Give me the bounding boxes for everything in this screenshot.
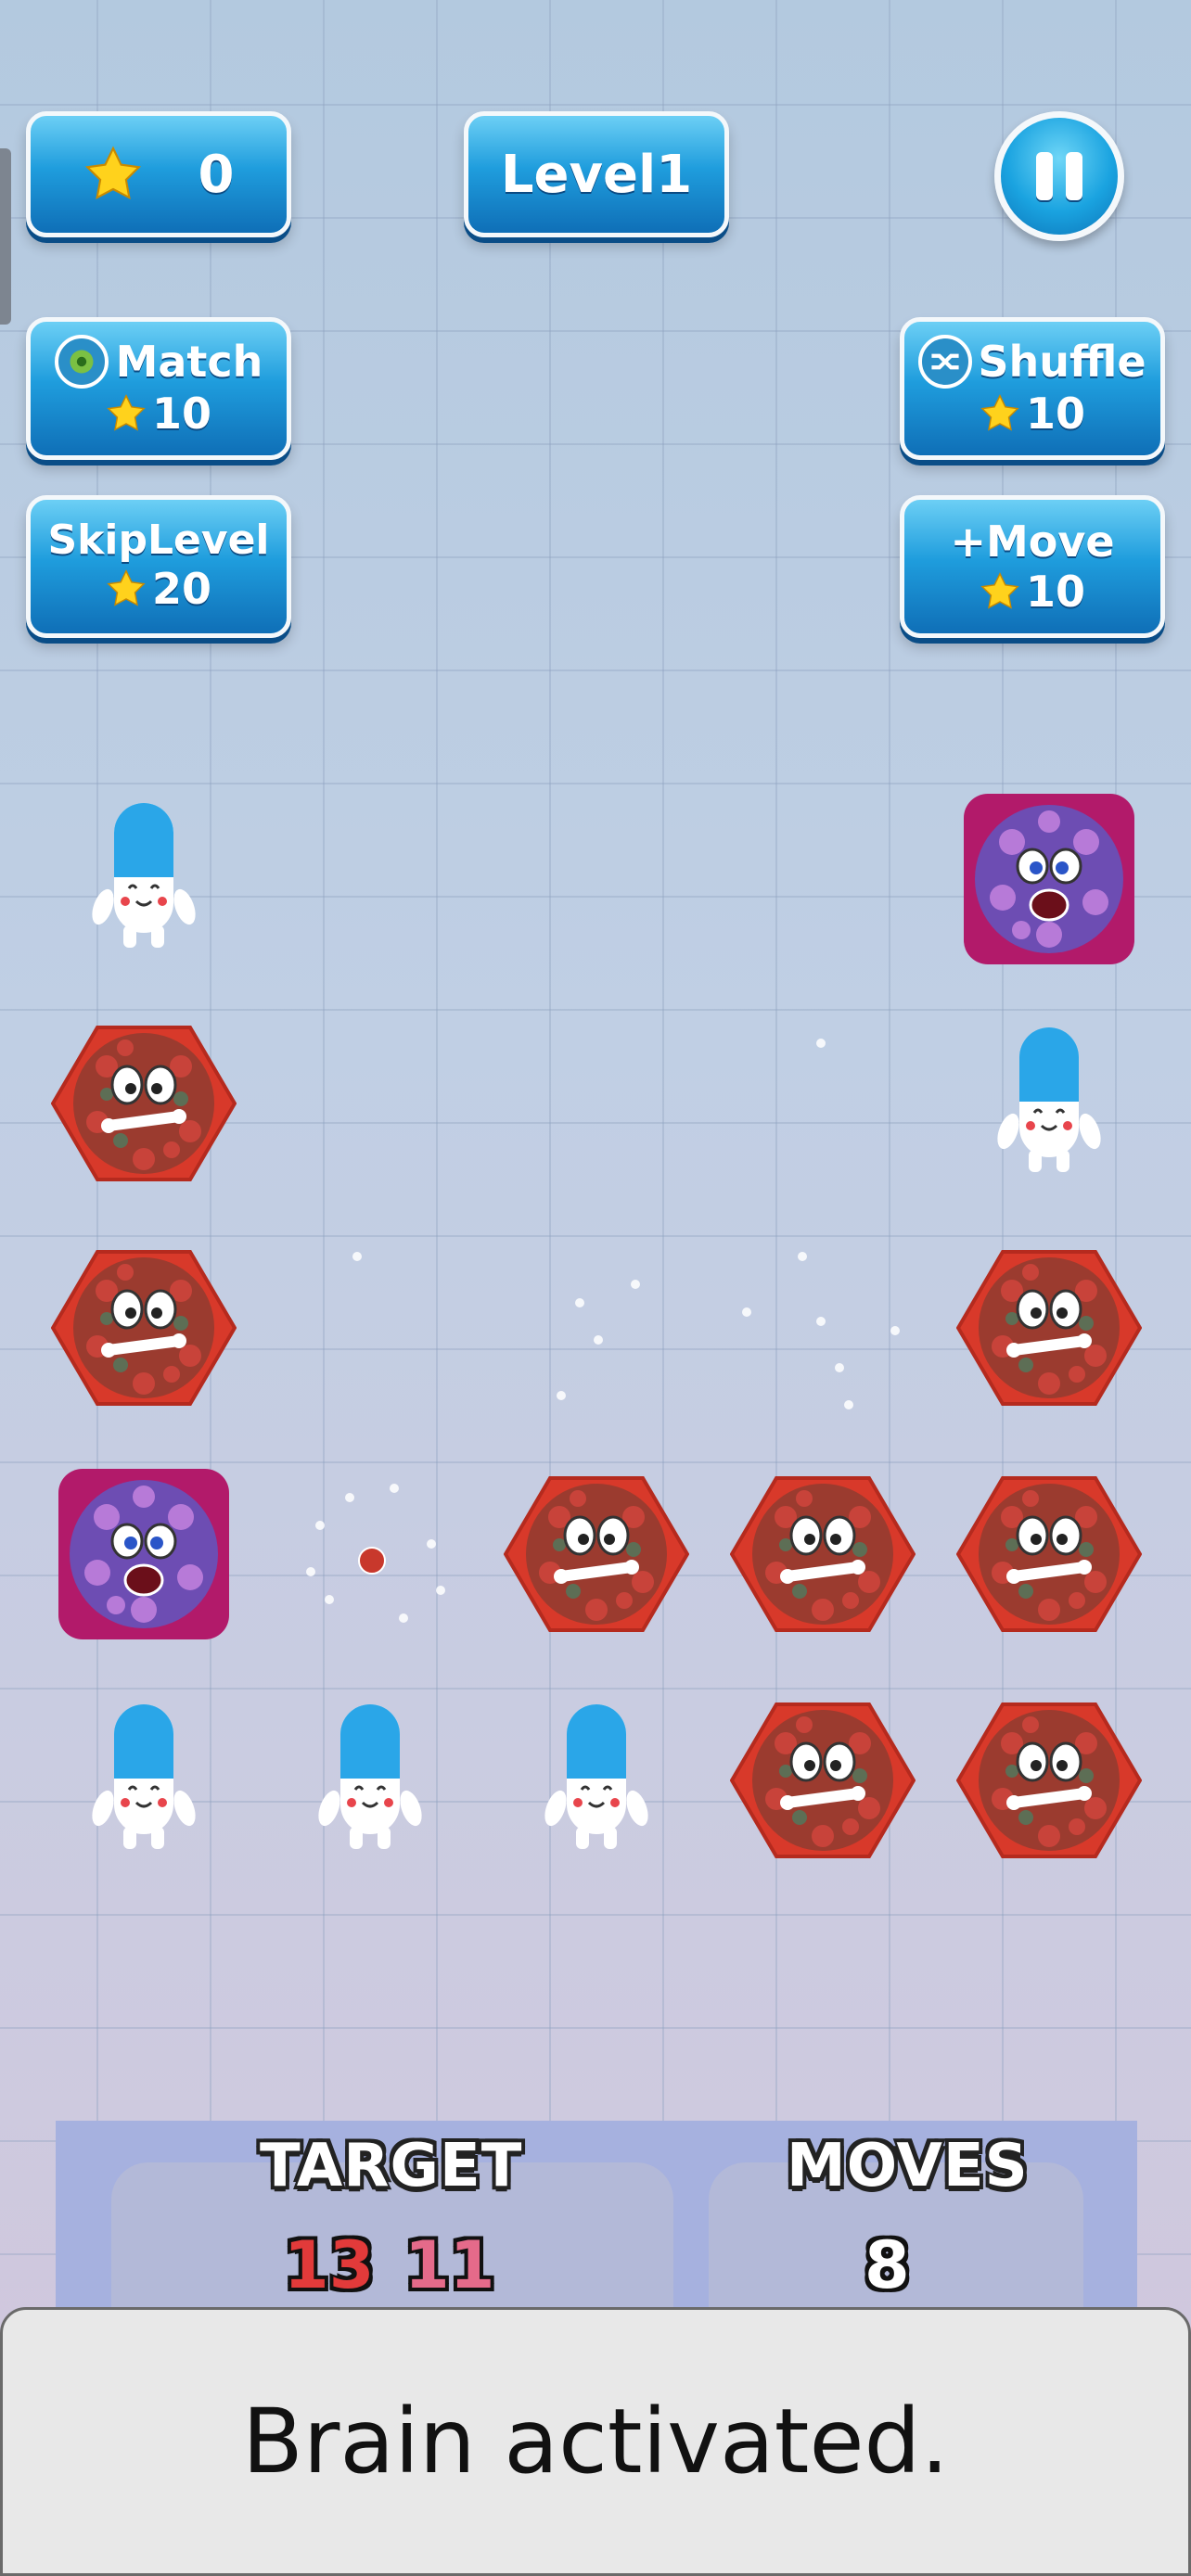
score-value: 0	[198, 144, 235, 205]
side-edge-tab[interactable]	[0, 148, 11, 325]
red-virus-tile[interactable]	[50, 1011, 237, 1196]
add-move-powerup-button[interactable]: +Move 10	[900, 495, 1165, 638]
star-icon	[84, 146, 141, 200]
target-red-count: 13	[284, 2227, 375, 2303]
match-label: Match	[115, 337, 263, 387]
shuffle-cost: 10	[1025, 389, 1085, 439]
red-virus-tile[interactable]	[955, 1688, 1143, 1873]
star-icon	[980, 394, 1019, 431]
pill-tile[interactable]	[51, 786, 237, 972]
shuffle-powerup-button[interactable]: Shuffle 10	[900, 317, 1165, 460]
toast-message: Brain activated.	[242, 2390, 949, 2493]
level-button[interactable]: Level1	[464, 111, 729, 237]
pill-tile[interactable]	[51, 1688, 237, 1873]
pill-tile[interactable]	[504, 1688, 689, 1873]
level-label: Level1	[500, 144, 693, 205]
shuffle-label: Shuffle	[978, 337, 1146, 387]
toast-notification: Brain activated.	[0, 2307, 1191, 2576]
match-icon	[54, 335, 109, 389]
moves-label: MOVES	[787, 2132, 1029, 2200]
star-icon	[980, 572, 1019, 609]
target-label: TARGET	[260, 2132, 523, 2200]
add-move-label: +Move	[950, 516, 1115, 567]
match-cost: 10	[151, 389, 211, 439]
pill-tile[interactable]	[277, 1688, 463, 1873]
pill-tile[interactable]	[956, 1011, 1142, 1196]
shuffle-icon	[918, 335, 973, 389]
score-button[interactable]: 0	[26, 111, 291, 237]
red-virus-tile[interactable]	[729, 1461, 916, 1647]
add-move-cost: 10	[1025, 567, 1085, 617]
match-powerup-button[interactable]: Match 10	[26, 317, 291, 460]
mini-virus-fragment	[358, 1547, 386, 1575]
star-icon	[107, 569, 146, 606]
moves-value: 8	[864, 2227, 910, 2303]
pause-button[interactable]	[994, 111, 1124, 241]
red-virus-tile[interactable]	[955, 1235, 1143, 1421]
red-virus-tile[interactable]	[50, 1235, 237, 1421]
status-panel: TARGET MOVES 13 11 8	[56, 2121, 1137, 2348]
skip-level-cost: 20	[151, 564, 211, 614]
purple-virus-tile[interactable]	[51, 1461, 237, 1647]
pause-icon	[1036, 152, 1053, 200]
red-virus-tile[interactable]	[955, 1461, 1143, 1647]
skip-level-label: SkipLevel	[47, 516, 270, 564]
red-virus-tile[interactable]	[729, 1688, 916, 1873]
star-icon	[107, 394, 146, 431]
purple-virus-tile[interactable]	[956, 786, 1142, 972]
red-virus-tile[interactable]	[503, 1461, 690, 1647]
target-purple-count: 11	[404, 2227, 495, 2303]
skip-level-powerup-button[interactable]: SkipLevel 20	[26, 495, 291, 638]
